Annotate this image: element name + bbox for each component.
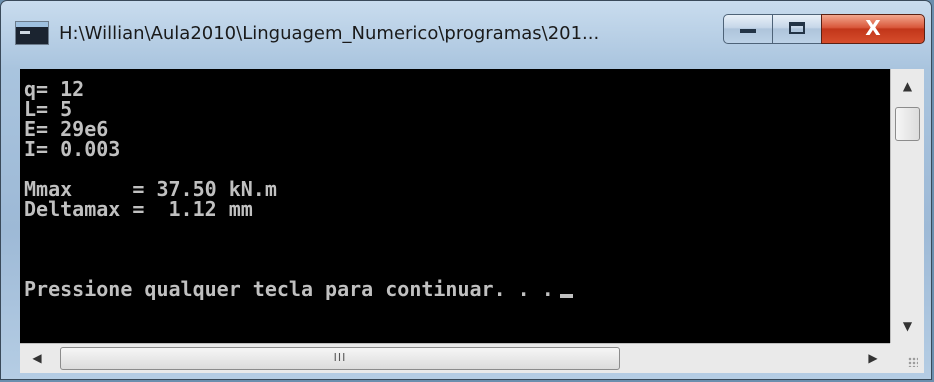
- horizontal-scroll-thumb[interactable]: III: [60, 347, 620, 370]
- console-line: q= 12: [24, 77, 85, 101]
- console-line: Deltamax = 1.12 mm: [24, 197, 253, 221]
- console-output[interactable]: q= 12 L= 5 E= 29e6 I= 0.003 Mmax = 37.50…: [20, 69, 890, 343]
- vertical-scrollbar[interactable]: ▲ ▼: [890, 69, 924, 343]
- vertical-scroll-thumb[interactable]: [895, 107, 920, 141]
- close-button[interactable]: X: [821, 14, 925, 44]
- console-window: H:\Willian\Aula2010\Linguagem_Numerico\p…: [0, 0, 932, 380]
- close-icon: X: [865, 16, 881, 40]
- title-bar[interactable]: H:\Willian\Aula2010\Linguagem_Numerico\p…: [1, 1, 931, 59]
- console-icon[interactable]: [15, 21, 49, 45]
- horizontal-scrollbar[interactable]: ◀ III ▶: [20, 343, 890, 373]
- window-title: H:\Willian\Aula2010\Linguagem_Numerico\p…: [59, 23, 600, 44]
- thumb-grip-icon: III: [333, 351, 347, 364]
- maximize-button[interactable]: [772, 14, 822, 44]
- text-cursor: [559, 294, 573, 298]
- console-line: E= 29e6: [24, 117, 109, 141]
- console-line: Mmax = 37.50 kN.m: [24, 177, 277, 201]
- minimize-icon: [740, 29, 756, 33]
- console-line: L= 5: [24, 97, 73, 121]
- scroll-right-arrow-icon[interactable]: ▶: [856, 344, 890, 373]
- minimize-button[interactable]: [723, 14, 773, 44]
- scroll-up-arrow-icon[interactable]: ▲: [891, 69, 924, 103]
- resize-grip-icon[interactable]: [890, 343, 924, 373]
- scroll-left-arrow-icon[interactable]: ◀: [20, 344, 54, 373]
- prompt-text: Pressione qualquer tecla para continuar.…: [24, 277, 554, 301]
- maximize-icon: [789, 22, 805, 34]
- console-line: I= 0.003: [24, 137, 121, 161]
- console-prompt-line: Pressione qualquer tecla para continuar.…: [24, 279, 573, 299]
- scroll-down-arrow-icon[interactable]: ▼: [891, 309, 924, 343]
